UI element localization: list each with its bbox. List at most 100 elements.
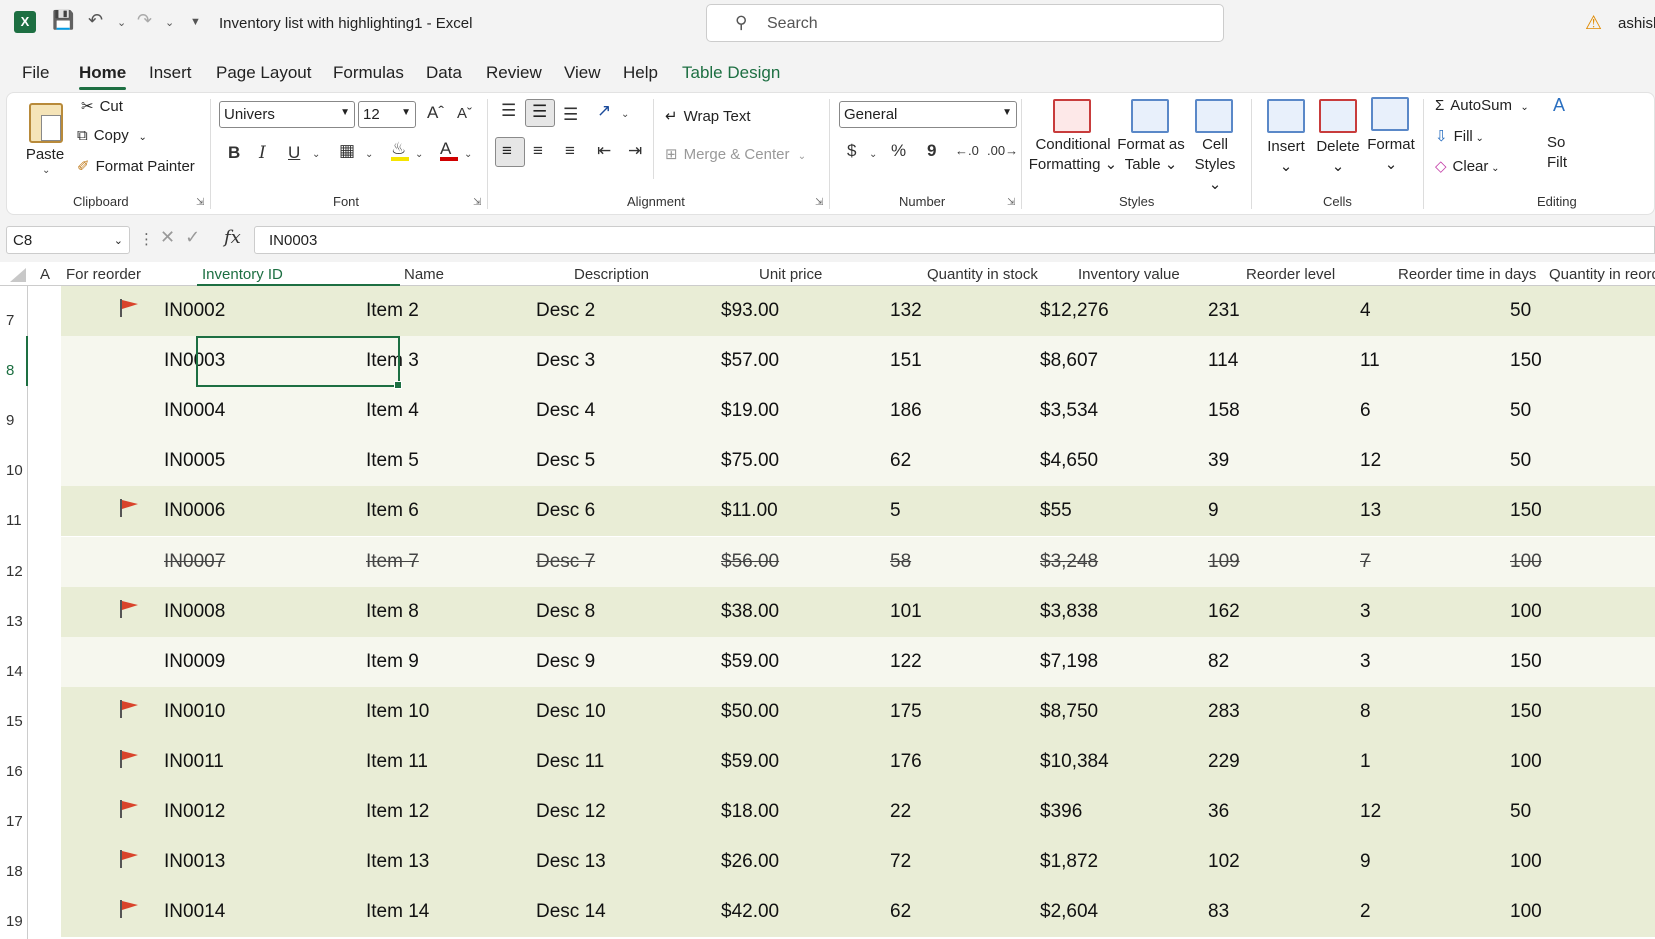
cell-name[interactable]: Item 2 — [366, 300, 419, 322]
comma-button[interactable]: 9 — [927, 141, 936, 161]
cell-quantity-in-reorder[interactable]: 100 — [1510, 551, 1542, 573]
cell-quantity-in-stock[interactable]: 72 — [890, 851, 911, 873]
column-header-inventory-id[interactable]: Inventory ID — [202, 266, 283, 283]
column-header-name[interactable]: Name — [404, 266, 444, 283]
formula-input[interactable]: IN0003 — [254, 226, 1655, 254]
row-header[interactable]: 10 — [0, 436, 28, 486]
font-color-icon[interactable]: A — [440, 139, 458, 161]
cell-inventory-value[interactable]: $8,607 — [1040, 350, 1098, 372]
cell-inventory-id[interactable]: IN0011 — [164, 751, 224, 773]
table-row[interactable]: IN0012 Item 12 Desc 12 $18.00 22 $396 36 12 50 — [61, 787, 1655, 837]
redo-dropdown-icon[interactable]: ⌄ — [165, 16, 174, 29]
font-name-select[interactable]: Univers ▼ — [219, 101, 355, 128]
more-options-icon[interactable]: ⋮ — [139, 230, 154, 248]
cell-quantity-in-reorder[interactable]: 150 — [1510, 500, 1542, 522]
cell-unit-price[interactable]: $56.00 — [721, 551, 779, 573]
tab-formulas[interactable]: Formulas — [333, 63, 404, 83]
table-row[interactable]: IN0005 Item 5 Desc 5 $75.00 62 $4,650 39 12 50 — [61, 436, 1655, 487]
align-center-icon[interactable]: ≡ — [533, 141, 543, 161]
cell-quantity-in-stock[interactable]: 122 — [890, 651, 922, 673]
cell-quantity-in-stock[interactable]: 5 — [890, 500, 901, 522]
decrease-font-icon[interactable]: Aˇ — [457, 105, 472, 122]
cancel-confirm-icons[interactable]: ✕✓ — [160, 227, 210, 248]
cell-quantity-in-stock[interactable]: 58 — [890, 551, 911, 573]
italic-button[interactable]: I — [259, 143, 266, 163]
cell-inventory-value[interactable]: $8,750 — [1040, 701, 1098, 723]
tab-page-layout[interactable]: Page Layout — [216, 63, 311, 83]
column-header-description[interactable]: Description — [574, 266, 649, 283]
cell-quantity-in-stock[interactable]: 22 — [890, 801, 911, 823]
redo-icon[interactable]: ↷ — [137, 10, 152, 31]
wrap-text-button[interactable]: ↵ Wrap Text — [665, 107, 751, 125]
table-row[interactable]: IN0006 Item 6 Desc 6 $11.00 5 $55 9 13 150 — [61, 486, 1655, 537]
percent-button[interactable]: % — [891, 141, 906, 161]
cell-inventory-value[interactable]: $3,534 — [1040, 400, 1098, 422]
cell-unit-price[interactable]: $19.00 — [721, 400, 779, 422]
cell-name[interactable]: Item 11 — [366, 751, 428, 773]
cell-description[interactable]: Desc 11 — [536, 751, 604, 773]
cell-unit-price[interactable]: $42.00 — [721, 901, 779, 923]
orientation-icon[interactable]: ↗ — [597, 101, 611, 121]
fill-color-dropdown-icon[interactable]: ⌄ — [415, 149, 423, 160]
cell-reorder-level[interactable]: 9 — [1208, 500, 1219, 522]
cell-inventory-id[interactable]: IN0006 — [164, 500, 225, 522]
table-row[interactable]: IN0002 Item 2 Desc 2 $93.00 132 $12,276 231 4 50 — [61, 286, 1655, 336]
cell-description[interactable]: Desc 13 — [536, 851, 606, 873]
cell-name[interactable]: Item 12 — [366, 801, 429, 823]
cell-inventory-value[interactable]: $10,384 — [1040, 751, 1109, 773]
fill-button[interactable]: ⇩ Fill ⌄ — [1435, 127, 1484, 145]
tab-data[interactable]: Data — [426, 63, 462, 83]
cell-quantity-in-stock[interactable]: 132 — [890, 300, 922, 322]
table-row[interactable]: IN0007 Item 7 Desc 7 $56.00 58 $3,248 109 7 100 — [61, 536, 1655, 587]
cell-inventory-id[interactable]: IN0008 — [164, 601, 225, 623]
cell-unit-price[interactable]: $59.00 — [721, 651, 779, 673]
alignment-launcher-icon[interactable]: ⇲ — [815, 197, 823, 208]
increase-indent-icon[interactable]: ⇥ — [628, 141, 642, 161]
bold-button[interactable]: B — [228, 143, 240, 163]
name-box[interactable]: C8 ⌄ — [6, 226, 130, 254]
merge-center-button[interactable]: ⊞ Merge & Center ⌄ — [665, 145, 806, 163]
cell-quantity-in-reorder[interactable]: 100 — [1510, 751, 1542, 773]
cell-reorder-level[interactable]: 162 — [1208, 601, 1240, 623]
table-row[interactable]: IN0013 Item 13 Desc 13 $26.00 72 $1,872 102 9 10… — [61, 837, 1655, 888]
user-name[interactable]: ashish — [1618, 15, 1655, 32]
cell-description[interactable]: Desc 14 — [536, 901, 606, 923]
row-header[interactable]: 9 — [0, 386, 28, 436]
tab-home[interactable]: Home — [79, 63, 127, 90]
cell-inventory-value[interactable]: $396 — [1040, 801, 1082, 823]
increase-font-icon[interactable]: Aˆ — [427, 103, 444, 123]
cell-description[interactable]: Desc 3 — [536, 350, 595, 372]
cell-reorder-time[interactable]: 3 — [1360, 651, 1371, 673]
cell-reorder-level[interactable]: 39 — [1208, 450, 1229, 472]
cell-unit-price[interactable]: $57.00 — [721, 350, 779, 372]
cell-reorder-level[interactable]: 283 — [1208, 701, 1240, 723]
cell-inventory-value[interactable]: $4,650 — [1040, 450, 1098, 472]
row-header[interactable]: 13 — [0, 587, 28, 637]
row-header[interactable]: 19 — [0, 887, 28, 937]
cell-name[interactable]: Item 10 — [366, 701, 429, 723]
tab-view[interactable]: View — [564, 63, 601, 83]
column-header-reorder-level[interactable]: Reorder level — [1246, 266, 1335, 283]
cell-description[interactable]: Desc 9 — [536, 651, 595, 673]
cell-name[interactable]: Item 6 — [366, 500, 419, 522]
cell-quantity-in-reorder[interactable]: 50 — [1510, 450, 1531, 472]
number-launcher-icon[interactable]: ⇲ — [1007, 197, 1015, 208]
table-row[interactable]: IN0014 Item 14 Desc 14 $42.00 62 $2,604 83 2 100 — [61, 887, 1655, 938]
customize-toolbar-icon[interactable]: ▼ — [190, 16, 201, 28]
save-icon[interactable]: 💾 — [52, 10, 74, 31]
cell-name[interactable]: Item 4 — [366, 400, 419, 422]
cell-inventory-value[interactable]: $2,604 — [1040, 901, 1098, 923]
cell-quantity-in-reorder[interactable]: 50 — [1510, 801, 1531, 823]
row-header[interactable]: 7 — [0, 286, 28, 336]
cell-quantity-in-stock[interactable]: 101 — [890, 601, 922, 623]
cell-reorder-level[interactable]: 229 — [1208, 751, 1240, 773]
cell-inventory-value[interactable]: $1,872 — [1040, 851, 1098, 873]
cell-description[interactable]: Desc 4 — [536, 400, 595, 422]
autosum-button[interactable]: Σ AutoSum ⌄ — [1435, 97, 1529, 114]
decrease-decimal-icon[interactable]: .00→ — [987, 143, 1018, 158]
align-right-icon[interactable]: ≡ — [565, 141, 575, 161]
cell-inventory-value[interactable]: $55 — [1040, 500, 1072, 522]
tab-insert[interactable]: Insert — [149, 63, 192, 83]
tab-help[interactable]: Help — [623, 63, 658, 83]
search-box[interactable]: ⚲ Search — [706, 4, 1224, 42]
